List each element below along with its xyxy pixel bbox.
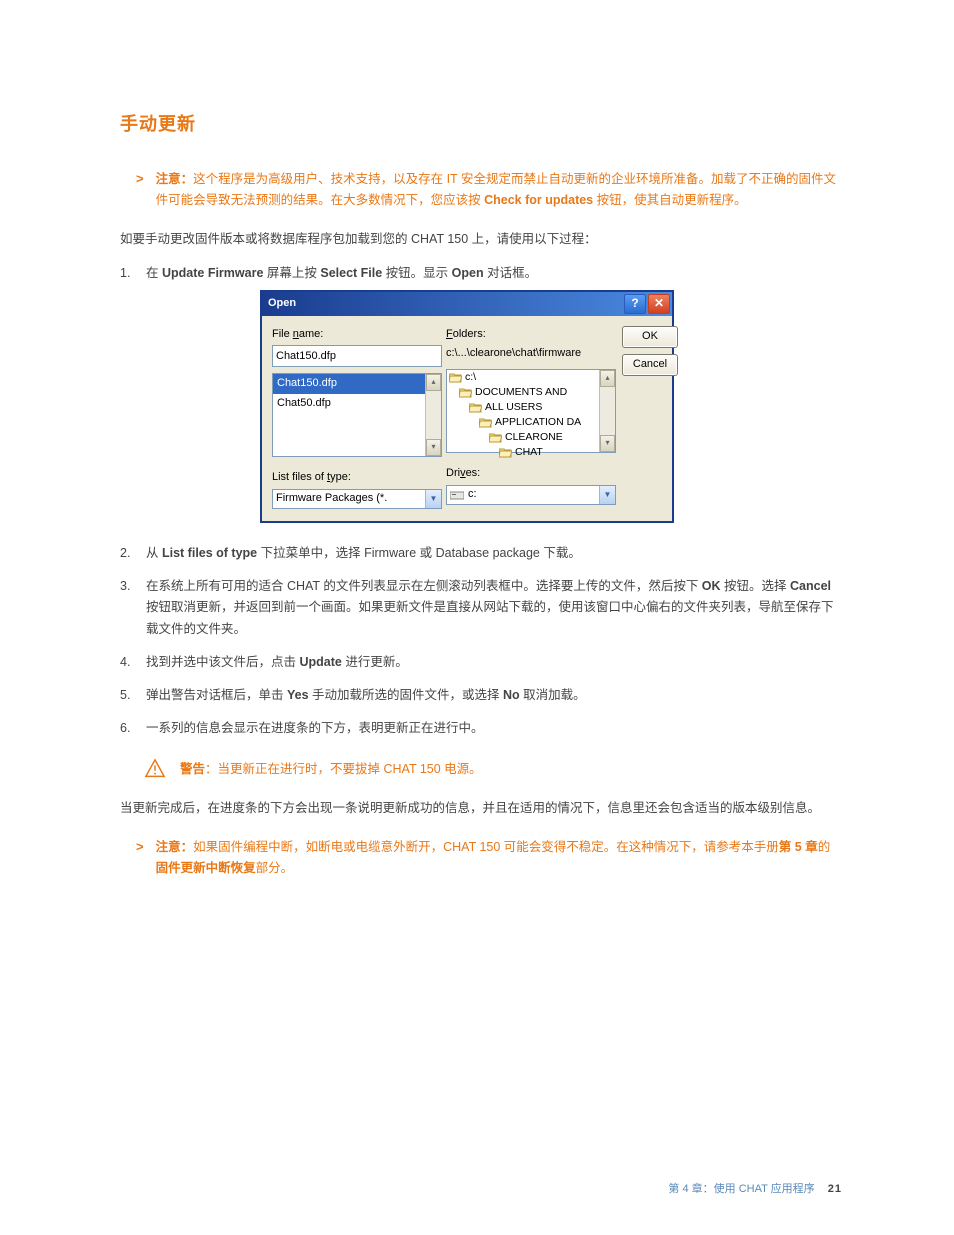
folders-label: Folders: [446, 326, 616, 344]
footer-chapter: 第 4 章：使用 CHAT 应用程序 [668, 1183, 814, 1195]
folder-open-icon [469, 402, 482, 413]
page-footer: 第 4 章：使用 CHAT 应用程序 21 [668, 1181, 842, 1199]
titlebar-help-button[interactable]: ? [624, 294, 646, 314]
cancel-button[interactable]: Cancel [622, 354, 678, 376]
ok-button[interactable]: OK [622, 326, 678, 348]
scroll-up-icon[interactable]: ▴ [426, 374, 441, 391]
chevron-down-icon[interactable]: ▼ [599, 486, 615, 504]
note-body-2: 按钮，使其自动更新程序。 [593, 193, 746, 207]
intro-text: 如要手动更改固件版本或将数据库程序包加载到您的 CHAT 150 上，请使用以下… [120, 229, 842, 250]
folder-item[interactable]: APPLICATION DA [447, 415, 615, 430]
step-2: 从 List files of type 下拉菜单中，选择 Firmware 或… [120, 543, 842, 564]
file-name-input[interactable]: Chat150.dfp [272, 345, 442, 367]
titlebar-close-button[interactable]: ✕ [648, 294, 670, 314]
dialog-titlebar: Open ? ✕ [262, 292, 672, 316]
steps-list: 在 Update Firmware 屏幕上按 Select File 按钮。显示… [120, 263, 842, 284]
folder-item[interactable]: DOCUMENTS AND [447, 385, 615, 400]
step-4: 找到并选中该文件后，点击 Update 进行更新。 [120, 652, 842, 673]
dialog-title: Open [268, 295, 296, 313]
note-top: > 注意：这个程序是为高级用户、技术支持，以及存在 IT 安全规定而禁止自动更新… [136, 169, 842, 212]
open-dialog: Open ? ✕ File name: Chat150.dfp Chat150.… [260, 290, 674, 523]
drives-combo[interactable]: c: ▼ [446, 485, 616, 505]
folder-open-icon [449, 372, 462, 383]
folder-open-icon [479, 417, 492, 428]
file-list[interactable]: Chat150.dfp Chat50.dfp ▴ ▾ [272, 373, 442, 457]
steps-list-cont: 从 List files of type 下拉菜单中，选择 Firmware 或… [120, 543, 842, 740]
chevron-down-icon[interactable]: ▼ [425, 490, 441, 508]
note-arrow-icon: > [136, 837, 144, 880]
open-dialog-screenshot: Open ? ✕ File name: Chat150.dfp Chat150.… [260, 290, 842, 523]
folder-item[interactable]: ALL USERS [447, 400, 615, 415]
list-type-label: List files of type: [272, 469, 442, 487]
note-label: 注意： [156, 172, 194, 186]
folder-open-icon [489, 432, 502, 443]
folder-item[interactable]: CLEARONE [447, 430, 615, 445]
note-bold: Check for updates [484, 193, 593, 207]
warning-block: 警告：当更新正在进行时，不要拔掉 CHAT 150 电源。 [144, 758, 842, 780]
folder-open-icon [459, 387, 472, 398]
step-6: 一系列的信息会显示在进度条的下方，表明更新正在进行中。 [120, 718, 842, 739]
drive-icon [450, 490, 464, 500]
step-5: 弹出警告对话框后，单击 Yes 手动加载所选的固件文件，或选择 No 取消加载。 [120, 685, 842, 706]
note-bottom-text: 注意：如果固件编程中断，如断电或电缆意外断开，CHAT 150 可能会变得不稳定… [156, 837, 842, 880]
note-bottom: > 注意：如果固件编程中断，如断电或电缆意外断开，CHAT 150 可能会变得不… [136, 837, 842, 880]
warning-text: 警告：当更新正在进行时，不要拔掉 CHAT 150 电源。 [180, 759, 482, 779]
scrollbar[interactable]: ▴ ▾ [425, 374, 441, 456]
folder-item[interactable]: CHAT [447, 445, 615, 460]
list-item[interactable]: Chat50.dfp [273, 394, 441, 414]
scroll-up-icon[interactable]: ▴ [600, 370, 615, 387]
section-heading: 手动更新 [120, 110, 842, 139]
scrollbar[interactable]: ▴ ▾ [599, 370, 615, 452]
step-1: 在 Update Firmware 屏幕上按 Select File 按钮。显示… [120, 263, 842, 284]
note-arrow-icon: > [136, 169, 144, 212]
folder-item[interactable]: c:\ [447, 370, 615, 385]
folders-path: c:\...\clearone\chat\firmware [446, 345, 616, 361]
folder-tree[interactable]: c:\ DOCUMENTS AND ALL USERS APPLICATION … [446, 369, 616, 453]
post-warning-text: 当更新完成后，在进度条的下方会出现一条说明更新成功的信息，并且在适用的情况下，信… [120, 798, 842, 819]
note-top-text: 注意：这个程序是为高级用户、技术支持，以及存在 IT 安全规定而禁止自动更新的企… [156, 169, 842, 212]
drives-label: Drives: [446, 465, 616, 483]
list-type-combo[interactable]: Firmware Packages (*. ▼ [272, 489, 442, 509]
warning-triangle-icon [144, 758, 166, 780]
scroll-down-icon[interactable]: ▾ [426, 439, 441, 456]
list-item[interactable]: Chat150.dfp [273, 374, 441, 394]
step-3: 在系统上所有可用的适合 CHAT 的文件列表显示在左侧滚动列表框中。选择要上传的… [120, 576, 842, 640]
folder-open-icon [499, 447, 512, 458]
scroll-down-icon[interactable]: ▾ [600, 435, 615, 452]
footer-page-number: 21 [828, 1183, 842, 1195]
file-name-label: File name: [272, 326, 442, 344]
